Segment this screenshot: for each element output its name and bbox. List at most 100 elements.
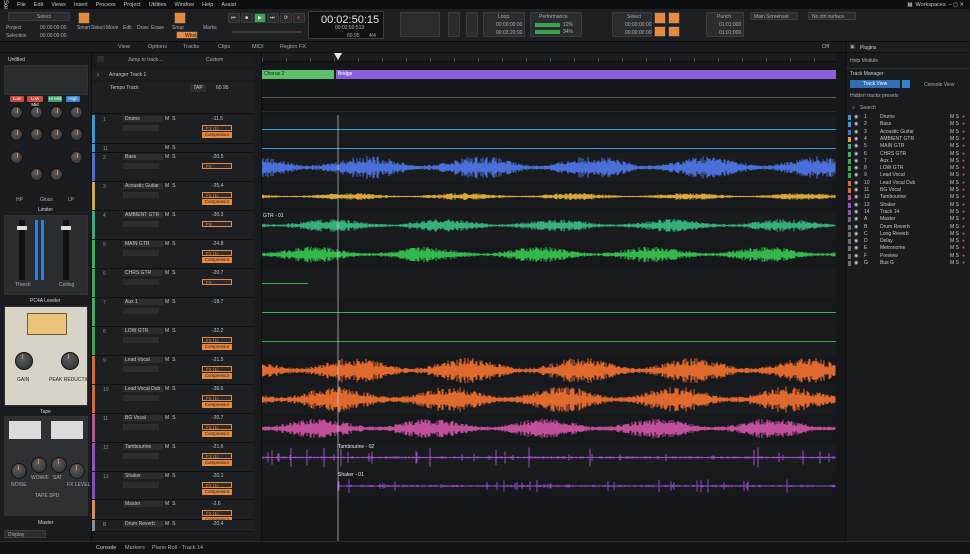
- visibility-eye-icon[interactable]: ◉: [854, 187, 858, 194]
- row-ms[interactable]: M S: [950, 129, 959, 136]
- row-record-icon[interactable]: ●: [962, 209, 965, 216]
- snap-value[interactable]: Whole: [176, 31, 199, 39]
- loop-module[interactable]: Loop 00:00:00:00 00:03:20:00: [483, 12, 525, 37]
- track-name-field[interactable]: Drum Reverb: [123, 521, 163, 527]
- midi-menu[interactable]: MIDI: [252, 44, 264, 50]
- track-edit-filter[interactable]: [123, 453, 159, 459]
- track-edit-filter[interactable]: [123, 279, 159, 285]
- row-record-icon[interactable]: ●: [962, 238, 965, 245]
- row-ms[interactable]: M S: [950, 187, 959, 194]
- track-edit-filter[interactable]: [123, 163, 159, 169]
- fx-plugin-slot[interactable]: Compressor: [202, 344, 232, 350]
- row-ms[interactable]: M S: [950, 165, 959, 172]
- eq-knob[interactable]: [10, 151, 23, 164]
- menu-file[interactable]: File: [17, 2, 26, 8]
- track-edit-filter[interactable]: [123, 482, 159, 488]
- record-button[interactable]: ●: [293, 13, 305, 23]
- row-ms[interactable]: M S: [950, 172, 959, 179]
- auto-button-3[interactable]: [654, 26, 666, 37]
- menu-process[interactable]: Process: [96, 2, 116, 8]
- select-tool-label[interactable]: Select: [91, 25, 105, 31]
- track-manager-search[interactable]: Search: [860, 105, 876, 111]
- row-record-icon[interactable]: ●: [962, 260, 965, 267]
- track-name-field[interactable]: Aux 1: [123, 299, 163, 305]
- track-view-option[interactable]: [902, 80, 910, 88]
- menu-assist[interactable]: Assist: [221, 2, 236, 8]
- eq-knob[interactable]: [50, 106, 63, 119]
- mute-solo-buttons[interactable]: MS: [165, 241, 179, 247]
- track-header[interactable]: 12 Tambourine MS -21.6 FX (1) Compressor: [92, 443, 254, 472]
- row-record-icon[interactable]: ●: [962, 202, 965, 209]
- track-header[interactable]: 10 Lead Vocal Dub MS -36.6 FX (1) Compressor: [92, 385, 254, 414]
- fx-bin[interactable]: FX (1): [202, 337, 232, 343]
- draw-tool-label[interactable]: Draw: [137, 25, 149, 31]
- visibility-eye-icon[interactable]: ◉: [854, 202, 858, 209]
- mute-solo-buttons[interactable]: MS: [165, 521, 179, 527]
- eq-knob[interactable]: [70, 151, 83, 164]
- fx-plugin-slot[interactable]: Compressor: [202, 431, 232, 437]
- track-name-field[interactable]: LOW GTR: [123, 328, 163, 334]
- fx-bin[interactable]: FX (1): [202, 453, 232, 459]
- visibility-eye-icon[interactable]: ◉: [854, 231, 858, 238]
- row-ms[interactable]: M S: [950, 158, 959, 165]
- row-ms[interactable]: M S: [950, 143, 959, 150]
- track-volume[interactable]: -32.2: [212, 328, 223, 334]
- eq-knob[interactable]: [50, 168, 63, 181]
- row-ms[interactable]: M S: [950, 224, 959, 231]
- visibility-eye-icon[interactable]: ◉: [854, 180, 858, 187]
- track-name-field[interactable]: CHRS GTR: [123, 270, 163, 276]
- track-name-field[interactable]: Drums: [123, 116, 163, 122]
- track-edit-filter[interactable]: [123, 192, 159, 198]
- visibility-eye-icon[interactable]: ◉: [854, 136, 858, 143]
- auto-button-2[interactable]: [668, 12, 680, 24]
- row-record-icon[interactable]: ●: [962, 172, 965, 179]
- track-volume[interactable]: -24.8: [212, 241, 223, 247]
- eq-knob[interactable]: [10, 128, 23, 141]
- time-ruler[interactable]: [262, 53, 836, 62]
- track-manager-row[interactable]: ◉ 14 Track 14 M S ●: [846, 209, 970, 216]
- track-volume[interactable]: -20.5: [212, 154, 223, 160]
- fx-bin[interactable]: FX: [202, 279, 232, 285]
- row-record-icon[interactable]: ●: [962, 121, 965, 128]
- row-record-icon[interactable]: ●: [962, 187, 965, 194]
- row-record-icon[interactable]: ●: [962, 114, 965, 121]
- track-header[interactable]: 1 Drums MS -11.5 FX (1) Compressor: [92, 115, 254, 144]
- fx-bin[interactable]: FX (1): [202, 482, 232, 488]
- track-volume[interactable]: -30.3: [212, 212, 223, 218]
- row-ms[interactable]: M S: [950, 245, 959, 252]
- menu-insert[interactable]: Insert: [74, 2, 88, 8]
- visibility-eye-icon[interactable]: ◉: [854, 216, 858, 223]
- track-header[interactable]: 2 Bass MS -20.5 FX: [92, 153, 254, 182]
- sync-module[interactable]: [466, 12, 478, 37]
- mute-solo-buttons[interactable]: MS: [165, 501, 179, 507]
- track-name-field[interactable]: Bass: [123, 154, 163, 160]
- track-manager-row[interactable]: ◉ 6 CHRS GTR M S ●: [846, 151, 970, 158]
- track-header[interactable]: B Drum Reverb MS -20.4: [92, 520, 254, 532]
- pc4a-plugin[interactable]: GAIN PEAK REDUCTION: [4, 306, 93, 406]
- eq-himid-button[interactable]: Hi Mid: [48, 96, 62, 102]
- row-ms[interactable]: M S: [950, 238, 959, 245]
- mute-solo-buttons[interactable]: MS: [165, 154, 179, 160]
- mute-solo-buttons[interactable]: MS: [165, 415, 179, 421]
- fx-plugin-slot[interactable]: Compressor: [202, 402, 232, 408]
- track-manager-row[interactable]: ◉ A Master M S ●: [846, 216, 970, 223]
- row-ms[interactable]: M S: [950, 121, 959, 128]
- row-record-icon[interactable]: ●: [962, 180, 965, 187]
- performance-module[interactable]: Performance 12% 34%: [530, 12, 582, 37]
- track-header[interactable]: MasterMS-2.6FX (1)Compressor: [92, 500, 254, 523]
- fx-plugin-slot[interactable]: Compressor: [202, 199, 232, 205]
- track-manager-row[interactable]: ◉ 12 Tambourine M S ●: [846, 194, 970, 201]
- eq-knob[interactable]: [50, 128, 63, 141]
- eq-knob[interactable]: [70, 106, 83, 119]
- row-record-icon[interactable]: ●: [962, 245, 965, 252]
- visibility-eye-icon[interactable]: ◉: [854, 253, 858, 260]
- region-fx-menu[interactable]: Region FX: [280, 44, 306, 50]
- mute-solo-buttons[interactable]: MS: [165, 145, 179, 151]
- track-name-field[interactable]: Master: [123, 501, 163, 507]
- fx-plugin-slot[interactable]: Compressor: [202, 373, 232, 379]
- plugins-tab[interactable]: Plugins: [860, 45, 876, 51]
- row-record-icon[interactable]: ●: [962, 224, 965, 231]
- row-record-icon[interactable]: ●: [962, 231, 965, 238]
- track-manager-row[interactable]: ◉ 7 Aux 1 M S ●: [846, 158, 970, 165]
- track-volume[interactable]: -11.5: [212, 116, 223, 122]
